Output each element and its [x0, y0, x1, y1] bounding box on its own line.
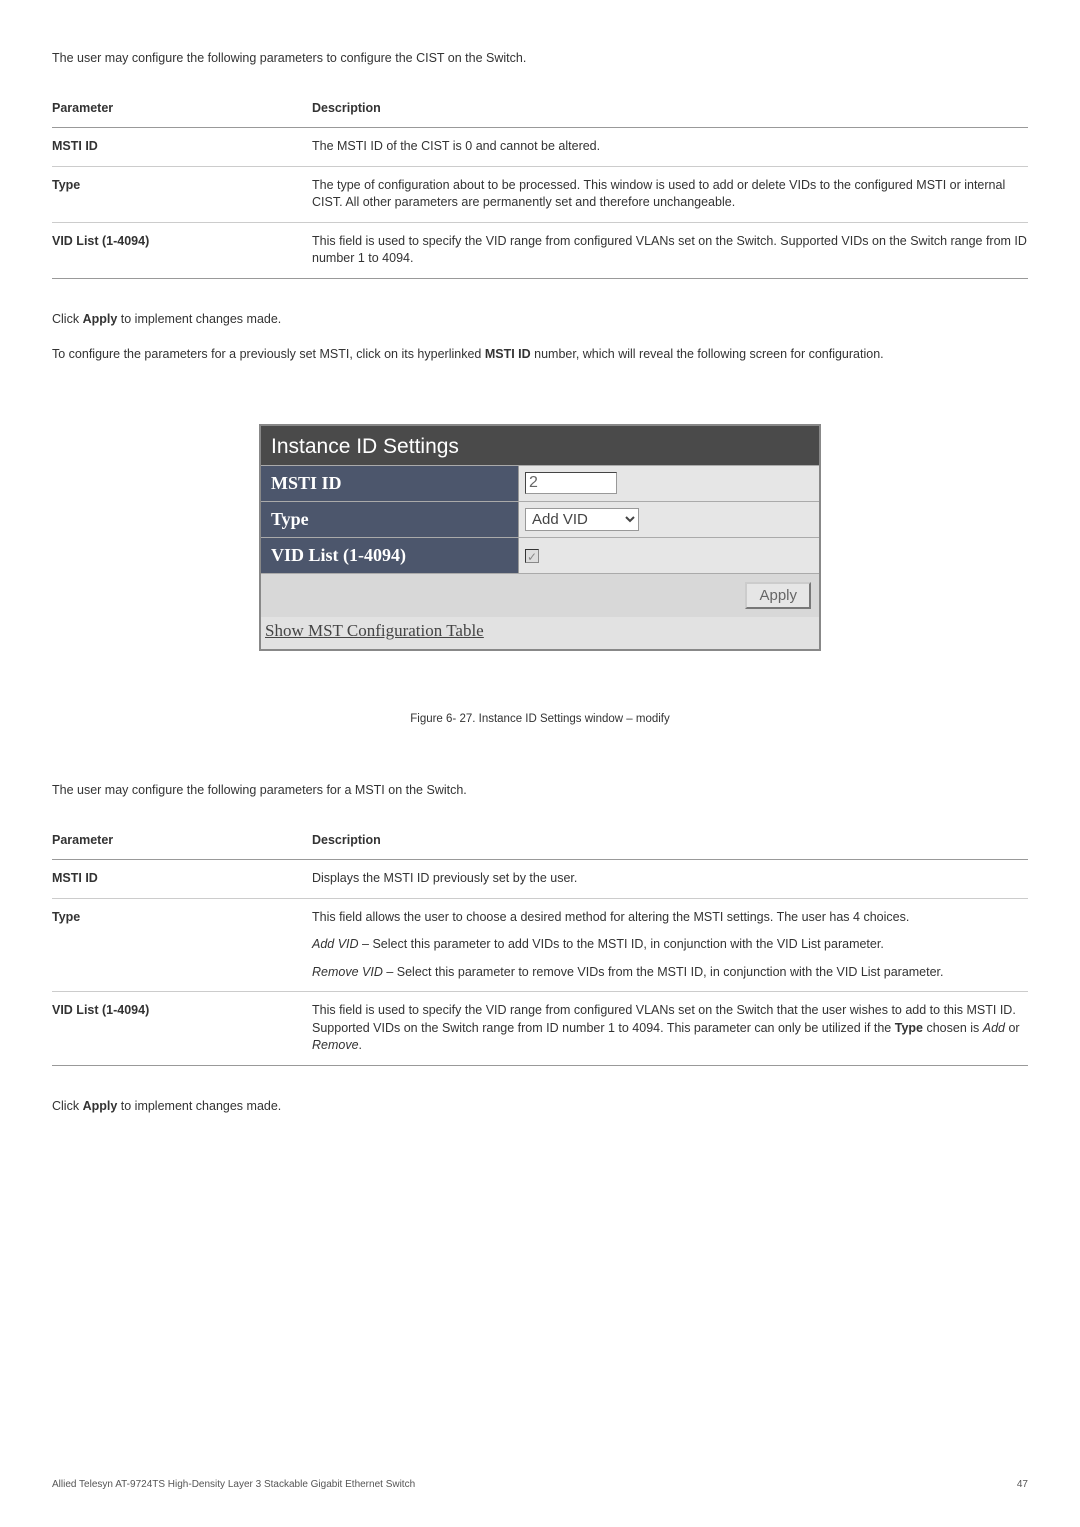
table-row: MSTI ID The MSTI ID of the CIST is 0 and… [52, 128, 1028, 167]
intro-text-2: The user may configure the following par… [52, 782, 1028, 800]
apply-suffix: to implement changes made. [117, 312, 281, 326]
param-label: MSTI ID [52, 139, 98, 153]
vid-desc-or: or [1005, 1021, 1020, 1035]
addvid-em: Add VID [312, 937, 359, 951]
settings-row-vid: VID List (1-4094) [261, 537, 819, 573]
msti-id-input[interactable] [525, 472, 617, 494]
vid-desc-bold: Type [895, 1021, 923, 1035]
intro-text: The user may configure the following par… [52, 50, 1028, 68]
apply-bold: Apply [83, 312, 118, 326]
instance-id-settings-window: Instance ID Settings MSTI ID Type Add VI… [259, 424, 821, 652]
vid-desc-mid: chosen is [923, 1021, 983, 1035]
vid-desc-em2: Remove [312, 1038, 359, 1052]
removevid-rest: – Select this parameter to remove VIDs f… [383, 965, 944, 979]
click-apply-text: Click Apply to implement changes made. [52, 311, 1028, 329]
param-desc: This field is used to specify the VID ra… [312, 992, 1028, 1066]
apply-suffix: to implement changes made. [117, 1099, 281, 1113]
param-label: Type [52, 178, 80, 192]
type-desc-line2: Add VID – Select this parameter to add V… [312, 936, 1028, 954]
param-label: VID List (1-4094) [52, 1003, 149, 1017]
configure-suffix: number, which will reveal the following … [531, 347, 884, 361]
table-row: Type This field allows the user to choos… [52, 898, 1028, 992]
settings-row-type: Type Add VID [261, 501, 819, 537]
param-desc: The MSTI ID of the CIST is 0 and cannot … [312, 128, 1028, 167]
removevid-em: Remove VID [312, 965, 383, 979]
param-desc: The type of configuration about to be pr… [312, 166, 1028, 222]
footer-page-number: 47 [1017, 1478, 1028, 1492]
param-desc: This field allows the user to choose a d… [312, 898, 1028, 992]
table-row: VID List (1-4094) This field is used to … [52, 222, 1028, 278]
table2-header-desc: Description [312, 822, 1028, 860]
apply-button[interactable]: Apply [745, 582, 811, 609]
footer-left: Allied Telesyn AT-9724TS High-Density La… [52, 1478, 415, 1492]
type-select[interactable]: Add VID [525, 508, 639, 531]
settings-apply-row: Apply [261, 573, 819, 617]
show-mst-config-link[interactable]: Show MST Configuration Table [265, 621, 484, 640]
type-desc-line1: This field allows the user to choose a d… [312, 909, 1028, 927]
type-desc-line3: Remove VID – Select this parameter to re… [312, 964, 1028, 982]
table-row: MSTI ID Displays the MSTI ID previously … [52, 860, 1028, 899]
table2-header-param: Parameter [52, 822, 312, 860]
settings-row-msti: MSTI ID [261, 465, 819, 501]
configure-msti-text: To configure the parameters for a previo… [52, 346, 1028, 364]
vid-desc-end: . [359, 1038, 362, 1052]
apply-bold: Apply [83, 1099, 118, 1113]
vid-checkbox[interactable] [525, 549, 539, 563]
table-row: VID List (1-4094) This field is used to … [52, 992, 1028, 1066]
type-label: Type [261, 502, 519, 537]
click-apply-text-2: Click Apply to implement changes made. [52, 1098, 1028, 1116]
apply-prefix: Click [52, 312, 83, 326]
addvid-rest: – Select this parameter to add VIDs to t… [359, 937, 884, 951]
parameter-table-2: Parameter Description MSTI ID Displays t… [52, 822, 1028, 1066]
settings-title: Instance ID Settings [261, 426, 819, 465]
msti-id-label: MSTI ID [261, 466, 519, 501]
vid-desc-em1: Add [983, 1021, 1005, 1035]
table1-header-desc: Description [312, 90, 1028, 128]
configure-bold: MSTI ID [485, 347, 531, 361]
param-label: VID List (1-4094) [52, 234, 149, 248]
param-desc: This field is used to specify the VID ra… [312, 222, 1028, 278]
table-row: Type The type of configuration about to … [52, 166, 1028, 222]
parameter-table-1: Parameter Description MSTI ID The MSTI I… [52, 90, 1028, 279]
page-footer: Allied Telesyn AT-9724TS High-Density La… [52, 1478, 1028, 1492]
param-desc: Displays the MSTI ID previously set by t… [312, 860, 1028, 899]
param-label: Type [52, 910, 80, 924]
param-label: MSTI ID [52, 871, 98, 885]
apply-prefix: Click [52, 1099, 83, 1113]
vid-list-label: VID List (1-4094) [261, 538, 519, 573]
table1-header-param: Parameter [52, 90, 312, 128]
configure-prefix: To configure the parameters for a previo… [52, 347, 485, 361]
figure-caption: Figure 6- 27. Instance ID Settings windo… [52, 711, 1028, 727]
